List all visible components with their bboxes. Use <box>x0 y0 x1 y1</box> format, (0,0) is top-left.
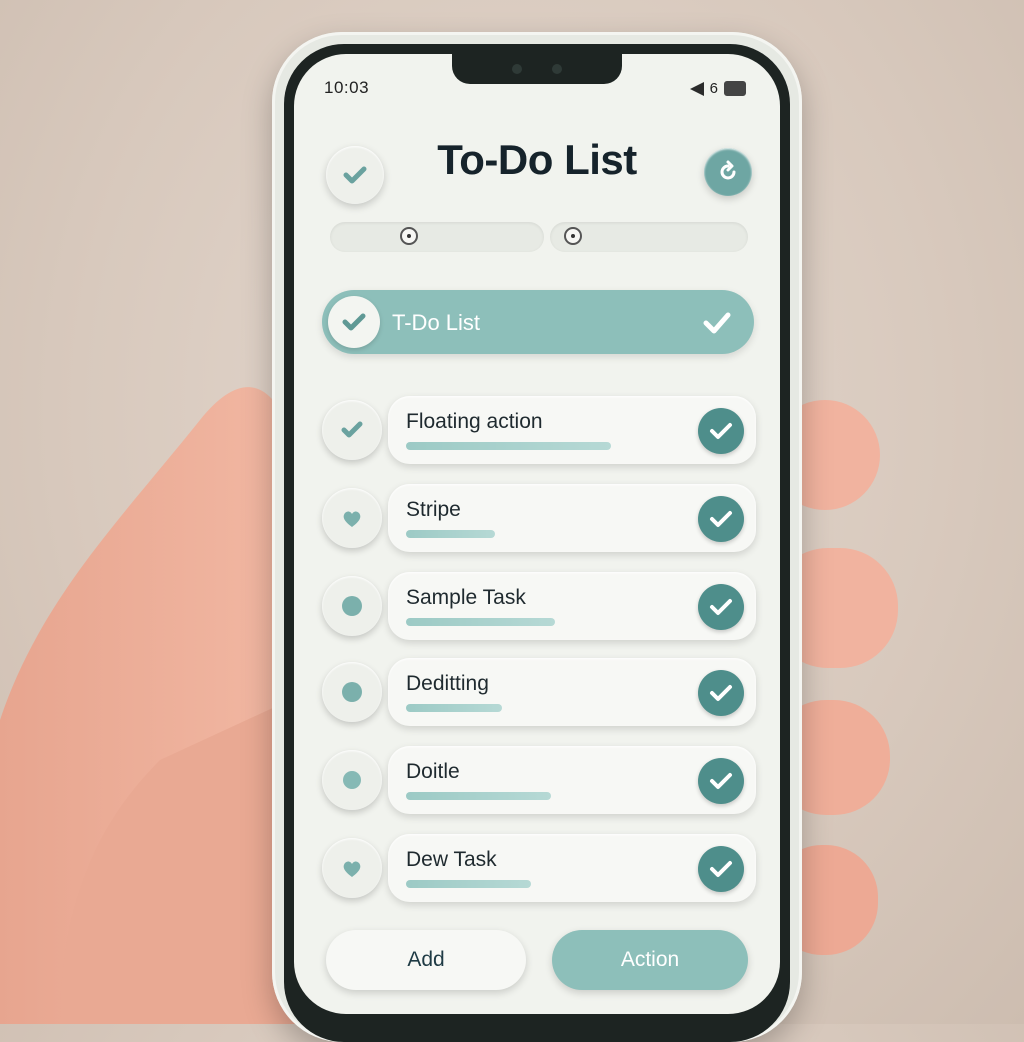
add-button[interactable]: Add <box>326 930 526 990</box>
heart-check-icon <box>343 861 361 877</box>
action-button[interactable]: Action <box>552 930 748 990</box>
status-icons: 6 <box>689 80 746 97</box>
task-check-button[interactable] <box>698 408 744 454</box>
task-card[interactable]: Sample Task <box>388 572 756 640</box>
sensor-icon <box>552 64 562 74</box>
dot-icon <box>342 596 362 616</box>
refresh-button[interactable] <box>704 148 752 196</box>
radio-icon <box>400 227 418 245</box>
list-header-bar[interactable]: T-Do List <box>322 290 754 354</box>
check-icon <box>341 421 363 438</box>
task-label: Sample Task <box>406 586 526 609</box>
task-row[interactable]: Doitle <box>322 746 756 816</box>
list-header-label: T-Do List <box>392 310 481 335</box>
task-bullet[interactable] <box>322 838 382 898</box>
check-icon <box>710 599 732 615</box>
task-row[interactable]: Sample Task <box>322 572 756 642</box>
task-bullet[interactable] <box>322 750 382 810</box>
task-label: Doitle <box>406 760 460 783</box>
task-bullet[interactable] <box>322 488 382 548</box>
battery-level: 6 <box>709 80 718 97</box>
task-check-button[interactable] <box>698 496 744 542</box>
dot-icon <box>342 682 362 702</box>
heart-check-icon <box>343 511 361 527</box>
refresh-icon <box>720 160 736 180</box>
battery-icon <box>724 81 746 96</box>
task-row[interactable]: Stripe <box>322 484 756 554</box>
check-icon <box>342 313 366 331</box>
task-card[interactable]: Deditting <box>388 658 756 726</box>
task-progress-bar <box>406 618 555 626</box>
task-card[interactable]: Stripe <box>388 484 756 552</box>
check-icon <box>710 423 732 439</box>
task-card[interactable]: Doitle <box>388 746 756 814</box>
task-check-button[interactable] <box>698 758 744 804</box>
list-header-check[interactable] <box>328 296 380 348</box>
task-label: Dew Task <box>406 848 497 871</box>
task-progress-bar <box>406 530 495 538</box>
task-bullet[interactable] <box>322 662 382 722</box>
task-label: Floating action <box>406 410 543 433</box>
camera-notch <box>452 54 622 84</box>
task-progress-bar <box>406 704 502 712</box>
filter-pill-left[interactable] <box>330 222 544 252</box>
check-icon <box>710 861 732 877</box>
task-label: Deditting <box>406 672 489 695</box>
task-bullet[interactable] <box>322 400 382 460</box>
phone-frame: 10:03 6 To-Do List T-Do List Floating ac… <box>272 32 802 1042</box>
check-icon <box>710 511 732 527</box>
status-time: 10:03 <box>324 78 370 97</box>
task-check-button[interactable] <box>698 584 744 630</box>
task-progress-bar <box>406 880 531 888</box>
task-row[interactable]: Floating action <box>322 396 756 466</box>
check-icon <box>710 773 732 789</box>
check-icon <box>703 312 731 334</box>
dot-icon <box>343 771 361 789</box>
filter-pill-right[interactable] <box>550 222 748 252</box>
task-check-button[interactable] <box>698 670 744 716</box>
task-row[interactable]: Dew Task <box>322 834 756 904</box>
task-card[interactable]: Floating action <box>388 396 756 464</box>
task-progress-bar <box>406 442 611 450</box>
check-icon <box>710 685 732 701</box>
camera-icon <box>512 64 522 74</box>
task-bullet[interactable] <box>322 576 382 636</box>
task-card[interactable]: Dew Task <box>388 834 756 902</box>
radio-icon <box>564 227 582 245</box>
task-label: Stripe <box>406 498 461 521</box>
task-row[interactable]: Deditting <box>322 658 756 728</box>
phone-screen: 10:03 6 To-Do List T-Do List Floating ac… <box>294 54 780 1014</box>
signal-icon <box>689 81 704 96</box>
task-progress-bar <box>406 792 551 800</box>
task-check-button[interactable] <box>698 846 744 892</box>
